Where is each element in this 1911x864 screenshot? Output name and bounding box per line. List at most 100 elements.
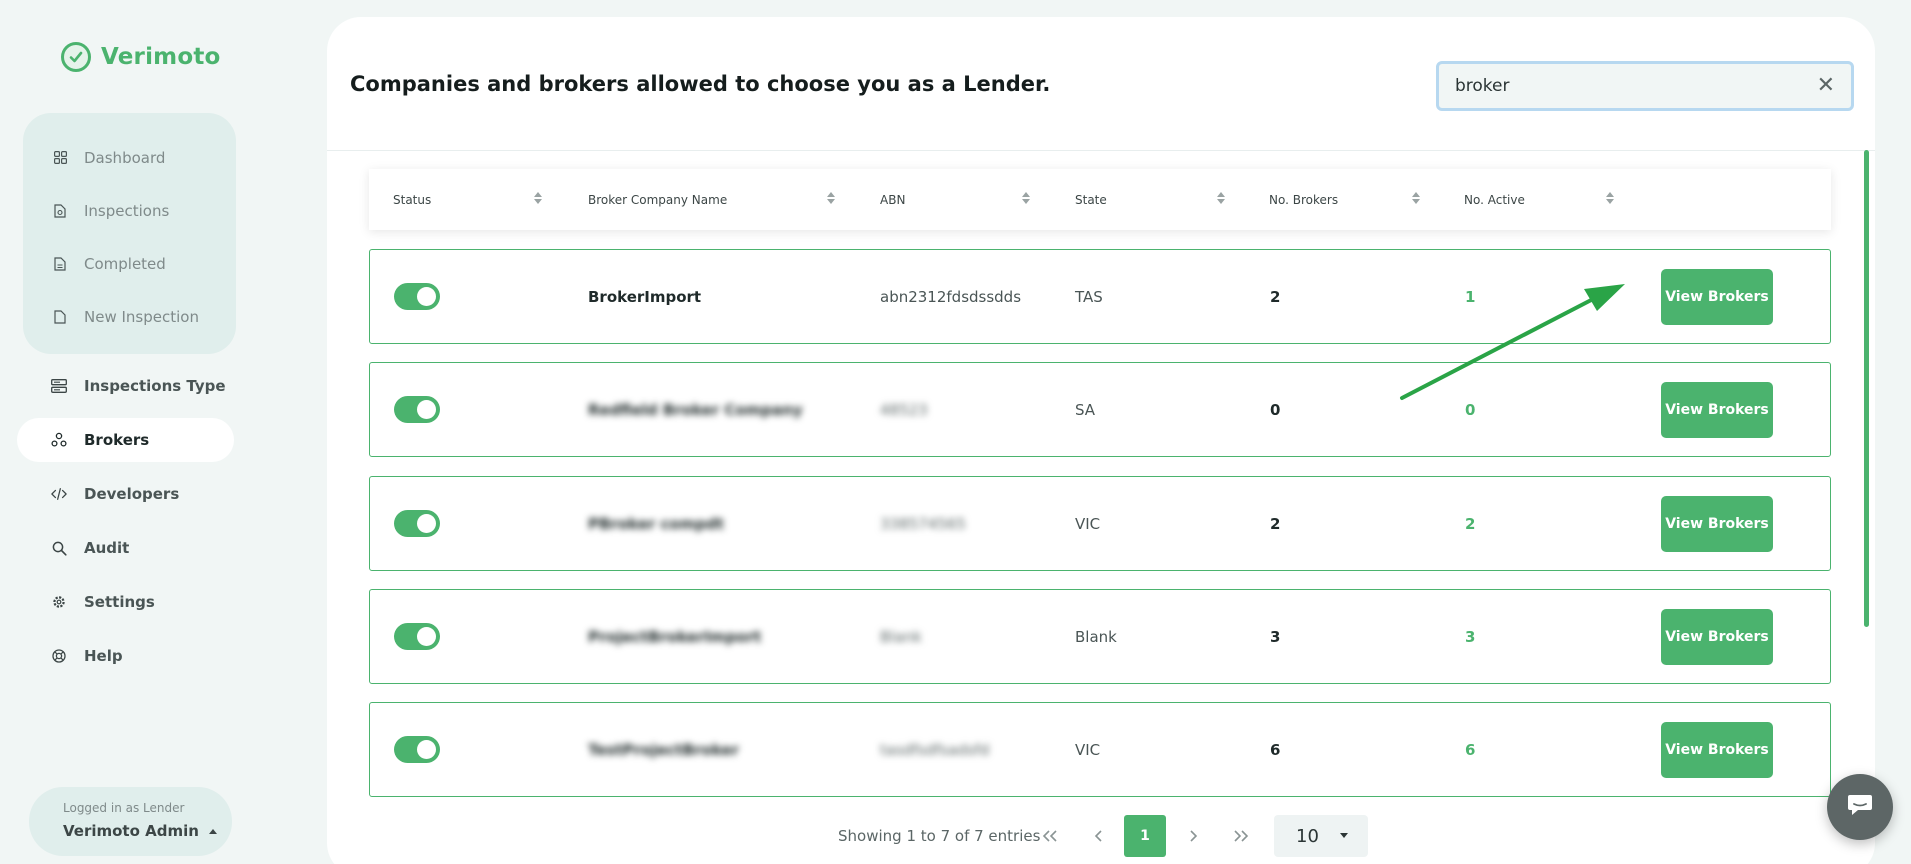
chat-icon (1846, 793, 1874, 821)
page-size-value: 10 (1296, 825, 1319, 847)
view-brokers-button[interactable]: View Brokers (1661, 269, 1773, 325)
last-page-icon[interactable] (1220, 815, 1262, 857)
table-row: PBroker compdt 338574565 VIC 2 2 View Br… (369, 476, 1831, 571)
column-label: ABN (880, 192, 906, 207)
sort-icon[interactable] (1412, 192, 1420, 204)
lifebuoy-icon (51, 648, 67, 664)
abn-value: 48523 (880, 400, 928, 419)
sidebar: Verimoto Dashboard Inspections Completed… (0, 0, 270, 864)
page-number-button[interactable]: 1 (1124, 815, 1166, 857)
document-check-icon (53, 256, 67, 271)
checkmark-logo-icon (61, 42, 91, 72)
table-row: ProjectBrokerImport Blank Blank 3 3 View… (369, 589, 1831, 684)
next-page-icon[interactable] (1172, 815, 1214, 857)
previous-page-icon[interactable] (1077, 815, 1119, 857)
user-role: Logged in as Lender (63, 801, 185, 815)
sidebar-item-label: Dashboard (84, 148, 166, 167)
sidebar-item-help[interactable]: Help (17, 634, 234, 678)
table-header: Status Broker Company Name ABN State No.… (369, 169, 1831, 230)
status-toggle[interactable] (394, 396, 440, 423)
sort-icon[interactable] (1217, 192, 1225, 204)
column-label: No. Brokers (1269, 192, 1339, 207)
sidebar-item-inspections-type[interactable]: Inspections Type (17, 364, 234, 408)
sidebar-item-label: Audit (84, 539, 130, 557)
server-icon (51, 378, 67, 394)
user-menu[interactable]: Logged in as Lender Verimoto Admin (29, 787, 232, 856)
chevron-down-icon (1340, 833, 1348, 838)
search-icon (51, 540, 67, 556)
no-brokers-value: 2 (1270, 287, 1281, 306)
state-value: Blank (1075, 627, 1117, 646)
column-header-state[interactable]: State (1075, 169, 1107, 230)
sidebar-item-audit[interactable]: Audit (17, 526, 234, 570)
sort-icon[interactable] (1606, 192, 1614, 204)
column-header-no-active[interactable]: No. Active (1464, 169, 1525, 230)
sidebar-item-label: Inspections (84, 201, 170, 220)
table-row: TestProjectBroker tasdfsdfsadsfd VIC 6 6… (369, 702, 1831, 797)
status-toggle[interactable] (394, 623, 440, 650)
broker-company-name: ProjectBrokerImport (588, 627, 762, 646)
header-divider (327, 150, 1875, 151)
app-logo[interactable]: Verimoto (61, 42, 221, 72)
sidebar-item-label: Help (84, 647, 123, 665)
user-name: Verimoto Admin (63, 822, 232, 840)
column-label: No. Active (1464, 192, 1525, 207)
column-label: State (1075, 192, 1107, 207)
column-header-status[interactable]: Status (393, 169, 431, 230)
document-plus-icon (53, 309, 67, 324)
state-value: SA (1075, 400, 1096, 419)
sort-icon[interactable] (534, 192, 542, 204)
sidebar-item-label: Completed (84, 254, 166, 273)
close-icon[interactable]: ✕ (1817, 75, 1835, 97)
abn-value: 338574565 (880, 514, 966, 533)
code-icon (51, 486, 67, 502)
document-icon (53, 203, 67, 218)
status-toggle[interactable] (394, 283, 440, 310)
column-label: Status (393, 192, 432, 207)
view-brokers-button[interactable]: View Brokers (1661, 722, 1773, 778)
people-icon (51, 432, 67, 448)
view-brokers-button[interactable]: View Brokers (1661, 382, 1773, 438)
abn-value: abn2312fdsdssdds (880, 287, 1022, 306)
status-toggle[interactable] (394, 736, 440, 763)
sidebar-item-brokers[interactable]: Brokers (17, 418, 234, 462)
main-panel: Companies and brokers allowed to choose … (327, 17, 1875, 864)
state-value: TAS (1075, 287, 1103, 306)
sort-icon[interactable] (827, 192, 835, 204)
sidebar-item-inspections[interactable]: Inspections (23, 184, 236, 237)
status-toggle[interactable] (394, 510, 440, 537)
first-page-icon[interactable] (1029, 815, 1071, 857)
abn-value: tasdfsdfsadsfd (880, 740, 990, 759)
column-header-no-brokers[interactable]: No. Brokers (1269, 169, 1338, 230)
broker-company-name: PBroker compdt (588, 514, 724, 533)
view-brokers-button[interactable]: View Brokers (1661, 609, 1773, 665)
view-brokers-button[interactable]: View Brokers (1661, 496, 1773, 552)
column-header-broker-company-name[interactable]: Broker Company Name (588, 169, 727, 230)
search-input[interactable] (1455, 76, 1817, 96)
caret-up-icon (208, 828, 217, 834)
broker-company-name: TestProjectBroker (588, 740, 739, 759)
table-row: BrokerImport abn2312fdsdssdds TAS 2 1 Vi… (369, 249, 1831, 344)
no-brokers-value: 3 (1270, 627, 1281, 646)
sidebar-item-completed[interactable]: Completed (23, 237, 236, 290)
sidebar-item-label: Developers (84, 485, 180, 503)
sidebar-item-label: Settings (84, 593, 155, 611)
scrollbar[interactable] (1864, 150, 1869, 627)
no-brokers-value: 0 (1270, 400, 1281, 419)
sidebar-item-dashboard[interactable]: Dashboard (23, 131, 236, 184)
inspections-nav-group: Dashboard Inspections Completed New Insp… (23, 113, 236, 354)
pagination-info: Showing 1 to 7 of 7 entries (838, 827, 1041, 845)
column-header-abn[interactable]: ABN (880, 169, 905, 230)
broker-company-name: BrokerImport (588, 287, 702, 306)
page-title: Companies and brokers allowed to choose … (350, 72, 1051, 96)
sidebar-item-new-inspection[interactable]: New Inspection (23, 290, 236, 343)
sidebar-item-developers[interactable]: Developers (17, 472, 234, 516)
page-size-select[interactable]: 10 (1274, 815, 1368, 857)
sidebar-item-settings[interactable]: Settings (17, 580, 234, 624)
broker-company-name: Redfield Broker Company (588, 400, 803, 419)
app-name: Verimoto (101, 44, 221, 70)
sort-icon[interactable] (1022, 192, 1030, 204)
chat-button[interactable] (1827, 774, 1893, 840)
gear-icon (51, 594, 67, 610)
sidebar-item-label: Inspections Type (84, 377, 226, 395)
